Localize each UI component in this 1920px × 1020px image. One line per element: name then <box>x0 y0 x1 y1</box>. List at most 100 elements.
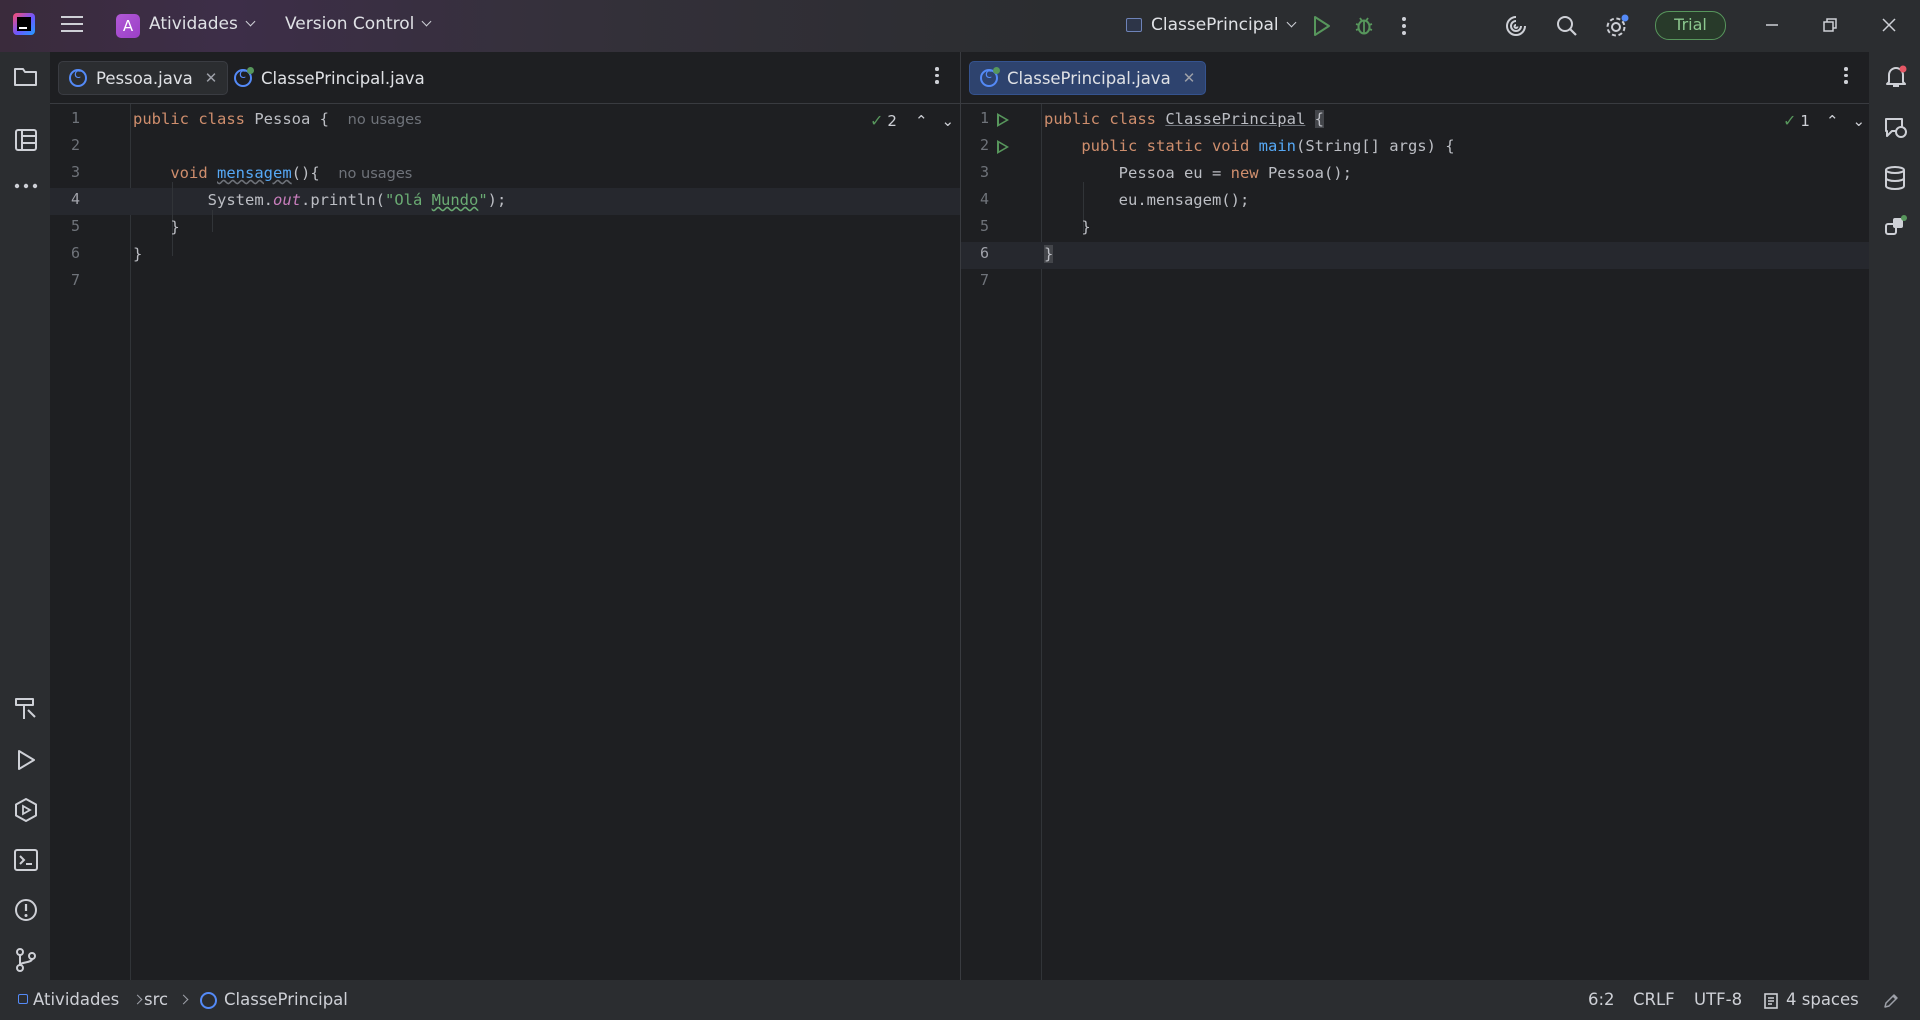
editor-tab-bar: ClassePrincipal.java ✕ <box>961 52 1869 104</box>
previous-highlight-icon[interactable]: ⌃ <box>1826 112 1839 130</box>
intellij-logo-icon[interactable] <box>13 13 35 35</box>
chevron-down-icon <box>1286 17 1297 28</box>
run-gutter-icon[interactable] <box>997 140 1009 154</box>
project-badge[interactable]: A <box>116 14 140 38</box>
read-only-toggle-icon[interactable] <box>1882 992 1900 1010</box>
inspection-widget[interactable]: ✓ 1 ⌃ ⌄ <box>1783 111 1865 130</box>
title-bar: A Atividades Version Control ClassePrinc… <box>0 0 1920 52</box>
plugin-icon[interactable] <box>1883 214 1909 240</box>
method-name: mensagem <box>217 164 292 182</box>
version-control-menu[interactable]: Version Control <box>285 14 432 34</box>
next-highlight-icon[interactable]: ⌄ <box>942 112 955 130</box>
file-encoding[interactable]: UTF-8 <box>1694 990 1742 1009</box>
keyword: void <box>170 164 208 182</box>
inspection-count: 1 <box>1800 111 1810 130</box>
trial-badge[interactable]: Trial <box>1655 11 1726 40</box>
next-highlight-icon[interactable]: ⌄ <box>1853 112 1866 130</box>
problems-icon[interactable] <box>13 897 39 923</box>
notifications-bell-icon[interactable] <box>1883 64 1909 90</box>
search-icon[interactable] <box>1555 14 1579 38</box>
code-line-6[interactable]: } <box>1044 241 1054 268</box>
method-name: main <box>1258 137 1296 155</box>
services-icon[interactable] <box>13 797 39 823</box>
ai-assistant-icon[interactable] <box>1504 14 1528 38</box>
tab-classeprincipal-java[interactable]: ClassePrincipal.java ✕ <box>969 61 1207 95</box>
indent-setting[interactable]: 4 spaces <box>1786 990 1859 1009</box>
code-line-1[interactable]: public class Pessoa { no usages <box>133 106 422 133</box>
more-tool-windows-icon[interactable] <box>13 182 39 190</box>
restore-icon[interactable] <box>1822 17 1838 33</box>
close-tab-icon[interactable]: ✕ <box>1183 69 1196 87</box>
minimize-icon[interactable] <box>1764 17 1780 33</box>
usage-hint[interactable]: no usages <box>348 112 422 128</box>
code-text: ); <box>487 191 507 209</box>
ai-chat-icon[interactable] <box>1882 115 1910 141</box>
status-bar: Atividades src ClassePrincipal 6:2 CRLF … <box>0 980 1920 1020</box>
git-branch-icon[interactable] <box>13 947 39 973</box>
debug-icon[interactable] <box>1353 14 1375 36</box>
tab-options-icon[interactable] <box>935 67 941 87</box>
terminal-icon[interactable] <box>13 848 39 872</box>
code-text: { <box>310 110 329 128</box>
current-line-highlight <box>961 242 1869 269</box>
project-folder-icon[interactable] <box>13 66 39 88</box>
breadcrumb-src[interactable]: src <box>144 990 168 1009</box>
line-number: 1 <box>70 109 80 127</box>
line-ending[interactable]: CRLF <box>1633 990 1675 1009</box>
code-line-5[interactable]: } <box>1044 214 1091 241</box>
line-number: 6 <box>979 244 989 262</box>
tab-pessoa-java[interactable]: Pessoa.java ✕ <box>58 61 229 95</box>
matched-brace: { <box>1314 110 1324 128</box>
project-switcher[interactable]: Atividades <box>149 14 256 34</box>
line-number: 7 <box>979 271 989 289</box>
breadcrumb-atividades[interactable]: Atividades <box>33 990 119 1009</box>
run-icon[interactable] <box>1312 15 1332 37</box>
tab-classeprincipal-java[interactable]: ClassePrincipal.java <box>224 61 435 95</box>
close-window-icon[interactable] <box>1881 17 1897 33</box>
module-icon <box>18 994 28 1004</box>
previous-highlight-icon[interactable]: ⌃ <box>915 112 928 130</box>
run-tool-icon[interactable] <box>14 748 38 772</box>
line-number: 2 <box>979 136 989 154</box>
caret-position[interactable]: 6:2 <box>1588 990 1615 1009</box>
check-icon: ✓ <box>870 111 884 130</box>
class-name: Pessoa <box>254 110 311 128</box>
vcs-label: Version Control <box>285 14 415 34</box>
database-icon[interactable] <box>1883 165 1907 191</box>
code-line-4[interactable]: System.out.println("Olá Mundo"); <box>133 187 507 214</box>
line-number: 4 <box>70 190 80 208</box>
line-number: 7 <box>70 271 80 289</box>
check-icon: ✓ <box>1783 111 1797 130</box>
tab-label: Pessoa.java <box>96 68 193 88</box>
gutter-divider <box>130 104 131 980</box>
main-menu-icon[interactable] <box>61 16 83 34</box>
tab-options-icon[interactable] <box>1844 67 1850 87</box>
inspection-widget[interactable]: ✓ 2 ⌃ ⌄ <box>870 111 954 130</box>
tab-label: ClassePrincipal.java <box>261 68 425 88</box>
more-actions-icon[interactable] <box>1401 15 1407 37</box>
chevron-down-icon <box>245 16 256 27</box>
code-line-6[interactable]: } <box>133 241 142 268</box>
run-gutter-icon[interactable] <box>997 113 1009 127</box>
class-name: ClassePrincipal <box>1165 110 1306 128</box>
code-text: } <box>1081 218 1091 236</box>
editor-right-pane[interactable]: ClassePrincipal.java ✕ 1 2 3 4 5 6 7 pub… <box>961 52 1869 980</box>
build-hammer-icon[interactable] <box>13 696 39 722</box>
code-line-3[interactable]: Pessoa eu = new Pessoa(); <box>1044 160 1352 187</box>
run-config-selector[interactable]: ClassePrincipal <box>1151 15 1297 35</box>
matched-brace: } <box>1044 245 1054 263</box>
code-line-5[interactable]: } <box>133 214 180 241</box>
editor-left-pane[interactable]: Pessoa.java ✕ ClassePrincipal.java 1 2 3… <box>50 52 960 980</box>
keyword: new <box>1230 164 1259 182</box>
code-line-1[interactable]: public class ClassePrincipal { <box>1044 106 1324 133</box>
code-line-4[interactable]: eu.mensagem(); <box>1044 187 1250 214</box>
close-tab-icon[interactable]: ✕ <box>205 69 218 87</box>
structure-icon[interactable] <box>13 127 39 153</box>
line-number: 5 <box>979 217 989 235</box>
settings-gear-icon[interactable] <box>1604 13 1630 39</box>
breadcrumb-classeprincipal[interactable]: ClassePrincipal <box>224 990 348 1009</box>
usage-hint[interactable]: no usages <box>338 166 412 182</box>
code-line-2[interactable]: public static void main(String[] args) { <box>1044 133 1454 160</box>
code-line-3[interactable]: void mensagem(){ no usages <box>133 160 412 187</box>
code-text: } <box>170 218 180 236</box>
